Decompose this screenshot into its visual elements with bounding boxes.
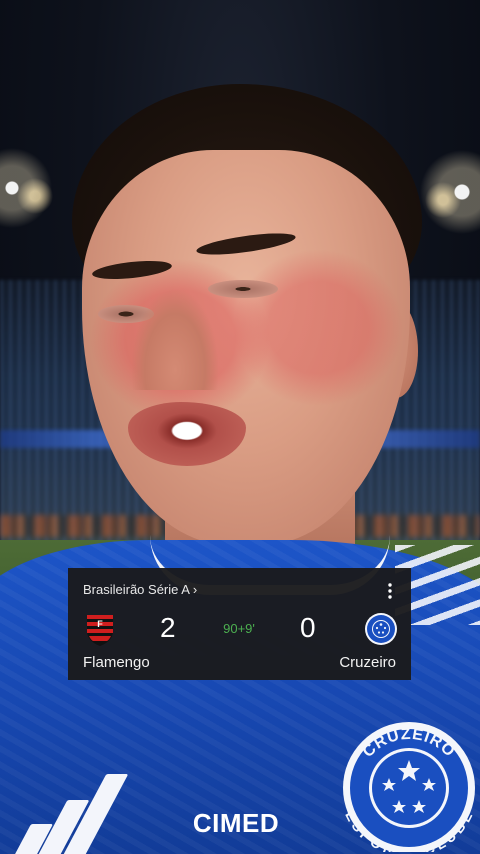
match-clock: 90+9' [223,621,255,636]
home-team-name: Flamengo [83,654,150,671]
flamengo-crest-icon: F [87,615,113,646]
player-nose [132,290,218,390]
scoreboard-card[interactable]: Brasileirão Série A › F 2 90+9' 0 Flamen… [68,568,411,680]
jersey-sponsor: CIMED [192,808,280,838]
cruzeiro-crest-icon [365,613,397,645]
chevron-right-icon: › [192,582,198,597]
adidas-stripes-logo [8,768,129,854]
video-frame: CIMED CRUZEIRO ESPORTE CLUBE Brasileirão… [0,0,480,854]
cruzeiro-jersey-crest: CRUZEIRO ESPORTE CLUBE [342,722,475,852]
home-score: 2 [160,612,176,643]
away-score: 0 [300,612,316,643]
svg-text:F: F [97,619,103,629]
league-name: Brasileirão Série A [83,582,190,597]
league-link[interactable]: Brasileirão Série A › [83,582,197,597]
away-team-name: Cruzeiro [339,654,396,671]
more-vertical-icon[interactable] [385,582,395,600]
player-eye-right [208,280,278,298]
